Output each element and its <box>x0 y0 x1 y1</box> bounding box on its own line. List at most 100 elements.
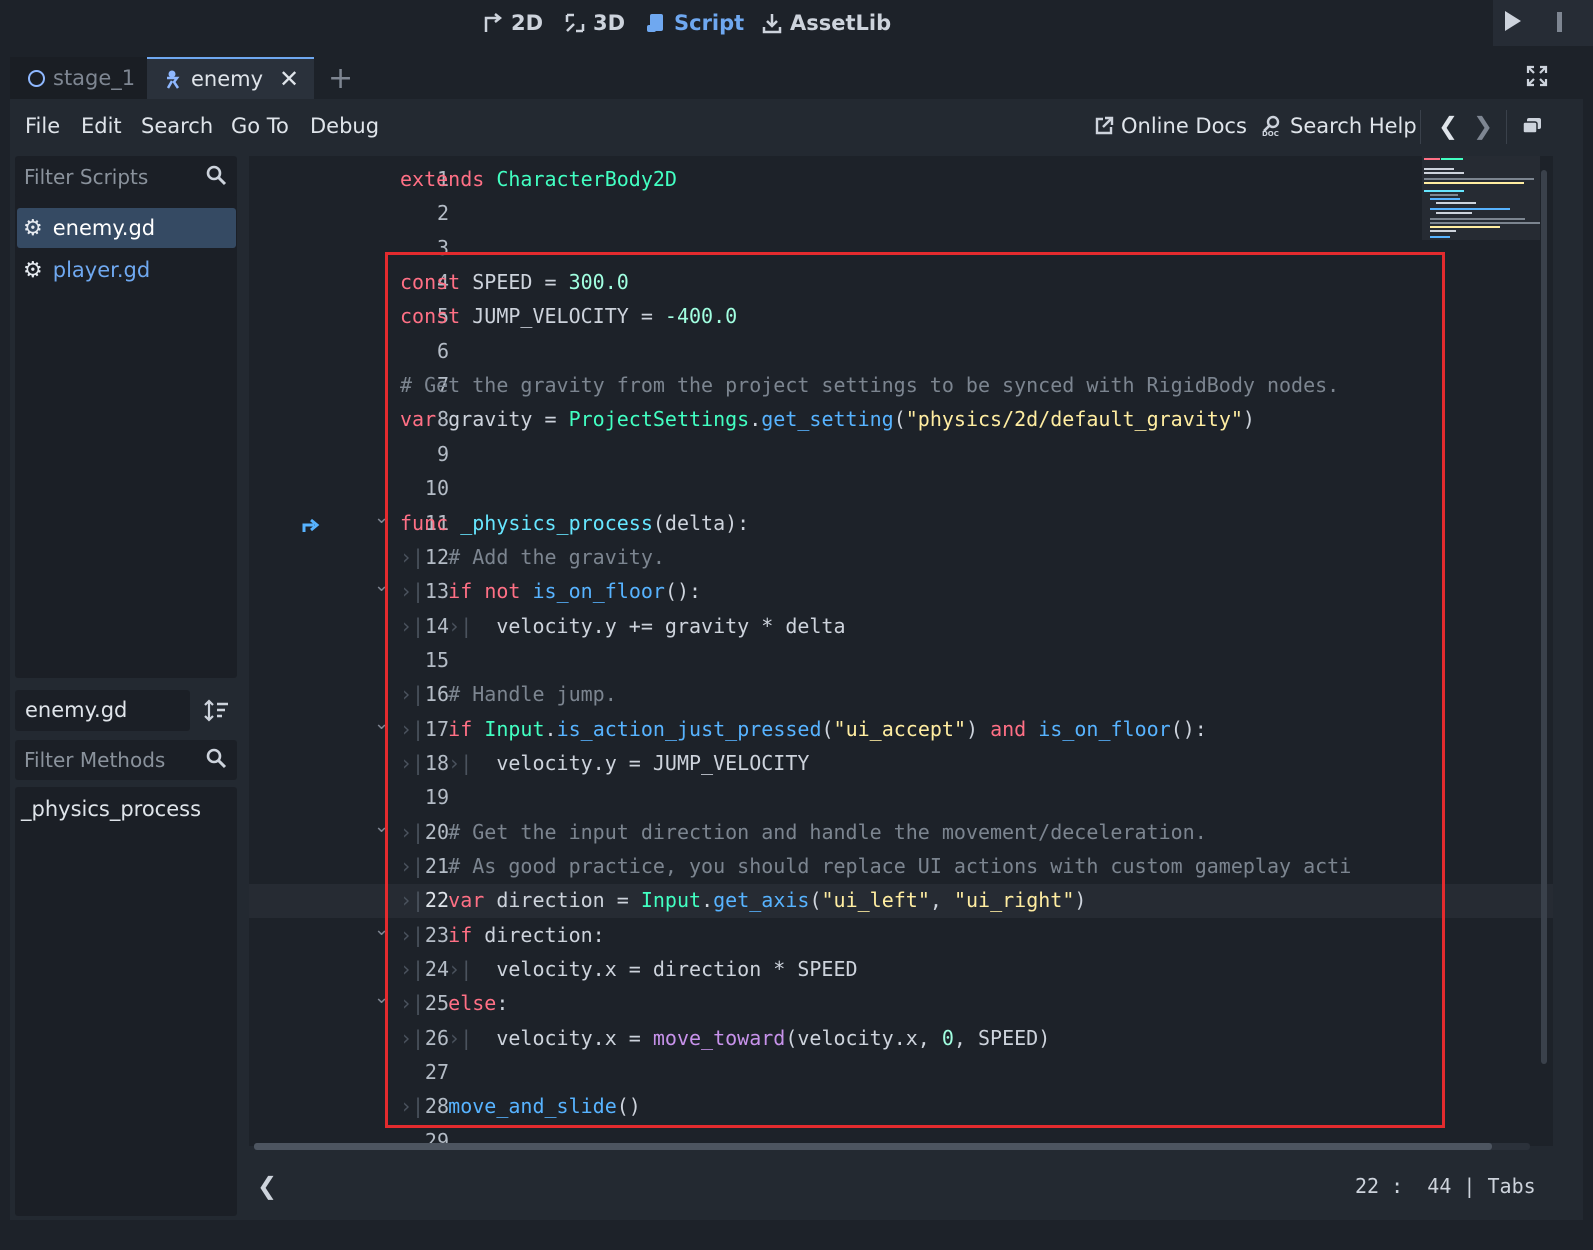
method-item[interactable]: _physics_process <box>21 797 201 821</box>
close-icon[interactable]: ✕ <box>279 65 299 93</box>
script-item-enemy[interactable]: ⚙ enemy.gd <box>17 208 236 248</box>
code-line[interactable]: 6 <box>249 335 1553 369</box>
search-help-button[interactable]: DOC Search Help <box>1261 114 1417 138</box>
make-floating-icon[interactable] <box>1522 117 1542 135</box>
code-line[interactable]: 10 <box>249 472 1553 506</box>
code-line[interactable]: 7 # Get the gravity from the project sett… <box>249 369 1553 403</box>
workspace-2d-label: 2D <box>511 11 544 35</box>
code-line[interactable]: 2 <box>249 197 1553 231</box>
pause-icon[interactable] <box>1557 12 1562 32</box>
search-icon <box>206 748 227 774</box>
code-token: "physics/2d/default_gravity" <box>905 407 1243 432</box>
gear-icon: ⚙ <box>23 215 43 241</box>
indent-marker: ›| <box>400 922 449 947</box>
horizontal-scrollbar[interactable] <box>254 1143 1492 1150</box>
code-line[interactable]: 28 ›| move_and_slide() <box>249 1090 1553 1124</box>
history-back-icon[interactable]: ❮ <box>1438 112 1458 140</box>
menu-edit[interactable]: Edit <box>81 114 122 138</box>
search-help-label: Search Help <box>1290 114 1417 138</box>
workspace-script-button[interactable]: Script <box>645 8 744 38</box>
code-token: ( <box>821 716 834 741</box>
fold-arrow-icon[interactable]: ⌄ <box>374 987 389 1008</box>
code-token: _physics_process <box>460 510 653 535</box>
code-line[interactable]: 22 ›| var direction = Input.get_axis("ui_… <box>249 884 1553 919</box>
menu-file[interactable]: File <box>25 114 60 138</box>
code-token: extends <box>400 167 485 191</box>
code-line[interactable]: 23 ⌄ ›| if direction: <box>249 919 1553 953</box>
menu-search[interactable]: Search <box>141 114 213 138</box>
code-line[interactable]: 13 ⌄ ›| if not is_on_floor(): <box>249 575 1553 609</box>
code-token: SPEED = <box>460 270 569 295</box>
connected-signal-icon[interactable] <box>302 515 322 537</box>
filter-methods-input[interactable]: Filter Methods <box>15 740 237 780</box>
code-line[interactable]: 25 ⌄ ›| else: <box>249 987 1553 1021</box>
tab-enemy[interactable]: enemy ✕ <box>147 57 314 99</box>
fold-arrow-icon[interactable]: ⌄ <box>374 816 389 837</box>
code-line[interactable]: 27 <box>249 1056 1553 1090</box>
workspace-3d-button[interactable]: 3D <box>564 8 625 38</box>
history-forward-icon[interactable]: ❯ <box>1473 112 1493 140</box>
sort-icon[interactable] <box>204 699 230 727</box>
code-token: else <box>448 991 497 1016</box>
code-line[interactable]: 8 var gravity = ProjectSettings.get_setti… <box>249 403 1553 437</box>
code-line[interactable]: 26 ›| ›| velocity.x = move_toward(velocit… <box>249 1022 1553 1056</box>
code-token: gravity = <box>436 407 569 432</box>
code-line[interactable]: 4 const SPEED = 300.0 <box>249 266 1553 300</box>
fold-arrow-icon[interactable]: ⌄ <box>374 713 389 734</box>
code-line[interactable]: 15 <box>249 644 1553 678</box>
code-line[interactable]: 11 ⌄ func _physics_process(delta): <box>249 507 1553 541</box>
code-line[interactable]: 21 ›| # As good practice, you should repl… <box>249 850 1553 884</box>
indent-marker: ›| <box>400 544 449 569</box>
code-line[interactable]: 12 ›| # Add the gravity. <box>249 541 1553 575</box>
fold-arrow-icon[interactable]: ⌄ <box>374 507 389 528</box>
separator <box>1506 110 1507 144</box>
workspace-assetlib-button[interactable]: AssetLib <box>761 8 891 38</box>
fold-arrow-icon[interactable]: ⌄ <box>374 575 389 596</box>
indent-marker: ›| ›| <box>400 750 497 775</box>
status-bar: ❮ 22 : 44 | Tabs <box>249 1160 1553 1212</box>
code-line[interactable]: 5 const JUMP_VELOCITY = -400.0 <box>249 300 1553 334</box>
code-line[interactable]: 1 extends CharacterBody2D <box>249 163 1553 197</box>
workspace-2d-button[interactable]: 2D <box>482 8 543 38</box>
code-token: (): <box>664 579 702 604</box>
toggle-panel-icon[interactable]: ❮ <box>257 1172 277 1200</box>
code-token: , SPEED) <box>953 1025 1051 1050</box>
distraction-free-icon[interactable] <box>1526 65 1548 87</box>
code-line[interactable]: 9 <box>249 438 1553 472</box>
code-editor[interactable]: 1 extends CharacterBody2D 2 3 4 const SPEED =… <box>249 156 1553 1146</box>
code-line[interactable]: 20 ⌄ ›| # Get the input direction and hand… <box>249 816 1553 850</box>
code-line[interactable]: 14 ›| ›| velocity.y += gravity * delta <box>249 610 1553 644</box>
code-line[interactable]: 17 ⌄ ›| if Input.is_action_just_pressed("u… <box>249 713 1553 747</box>
script-item-player[interactable]: ⚙ player.gd <box>17 250 236 290</box>
code-token: (velocity.x, <box>785 1025 942 1050</box>
code-line[interactable]: 18 ›| ›| velocity.y = JUMP_VELOCITY <box>249 747 1553 781</box>
menu-goto[interactable]: Go To <box>231 114 289 138</box>
code-line[interactable]: 3 <box>249 232 1553 266</box>
filter-scripts-input[interactable]: Filter Scripts <box>15 157 237 197</box>
code-text: extends CharacterBody2D <box>400 167 677 191</box>
code-text: ›| # Get the input direction and handle … <box>400 820 1207 844</box>
code-line[interactable]: 16 ›| # Handle jump. <box>249 678 1553 712</box>
download-icon <box>762 14 782 34</box>
tab-stage-1[interactable]: stage_1 <box>10 57 147 99</box>
code-token: # Get the input direction and handle the… <box>448 819 1207 844</box>
play-icon[interactable] <box>1505 11 1521 31</box>
vertical-scrollbar[interactable] <box>1541 170 1547 1064</box>
code-line[interactable]: 19 <box>249 781 1553 815</box>
online-docs-button[interactable]: Online Docs <box>1094 114 1247 138</box>
fold-arrow-icon[interactable]: ⌄ <box>374 919 389 940</box>
code-token: -400.0 <box>664 304 738 329</box>
code-text: ›| if Input.is_action_just_pressed("ui_a… <box>400 717 1207 741</box>
code-token: (delta): <box>652 510 750 535</box>
add-tab-icon[interactable]: + <box>328 61 353 96</box>
indent-marker: ›| <box>400 819 449 844</box>
code-token: velocity.y += gravity * delta <box>496 613 846 638</box>
code-line[interactable]: 24 ›| ›| velocity.x = direction * SPEED <box>249 953 1553 987</box>
cursor-col: 44 <box>1427 1174 1452 1198</box>
menu-debug[interactable]: Debug <box>310 114 379 138</box>
minimap[interactable] <box>1422 156 1540 240</box>
script-item-label: player.gd <box>52 258 151 282</box>
indent-mode[interactable]: | Tabs <box>1463 1174 1535 1198</box>
